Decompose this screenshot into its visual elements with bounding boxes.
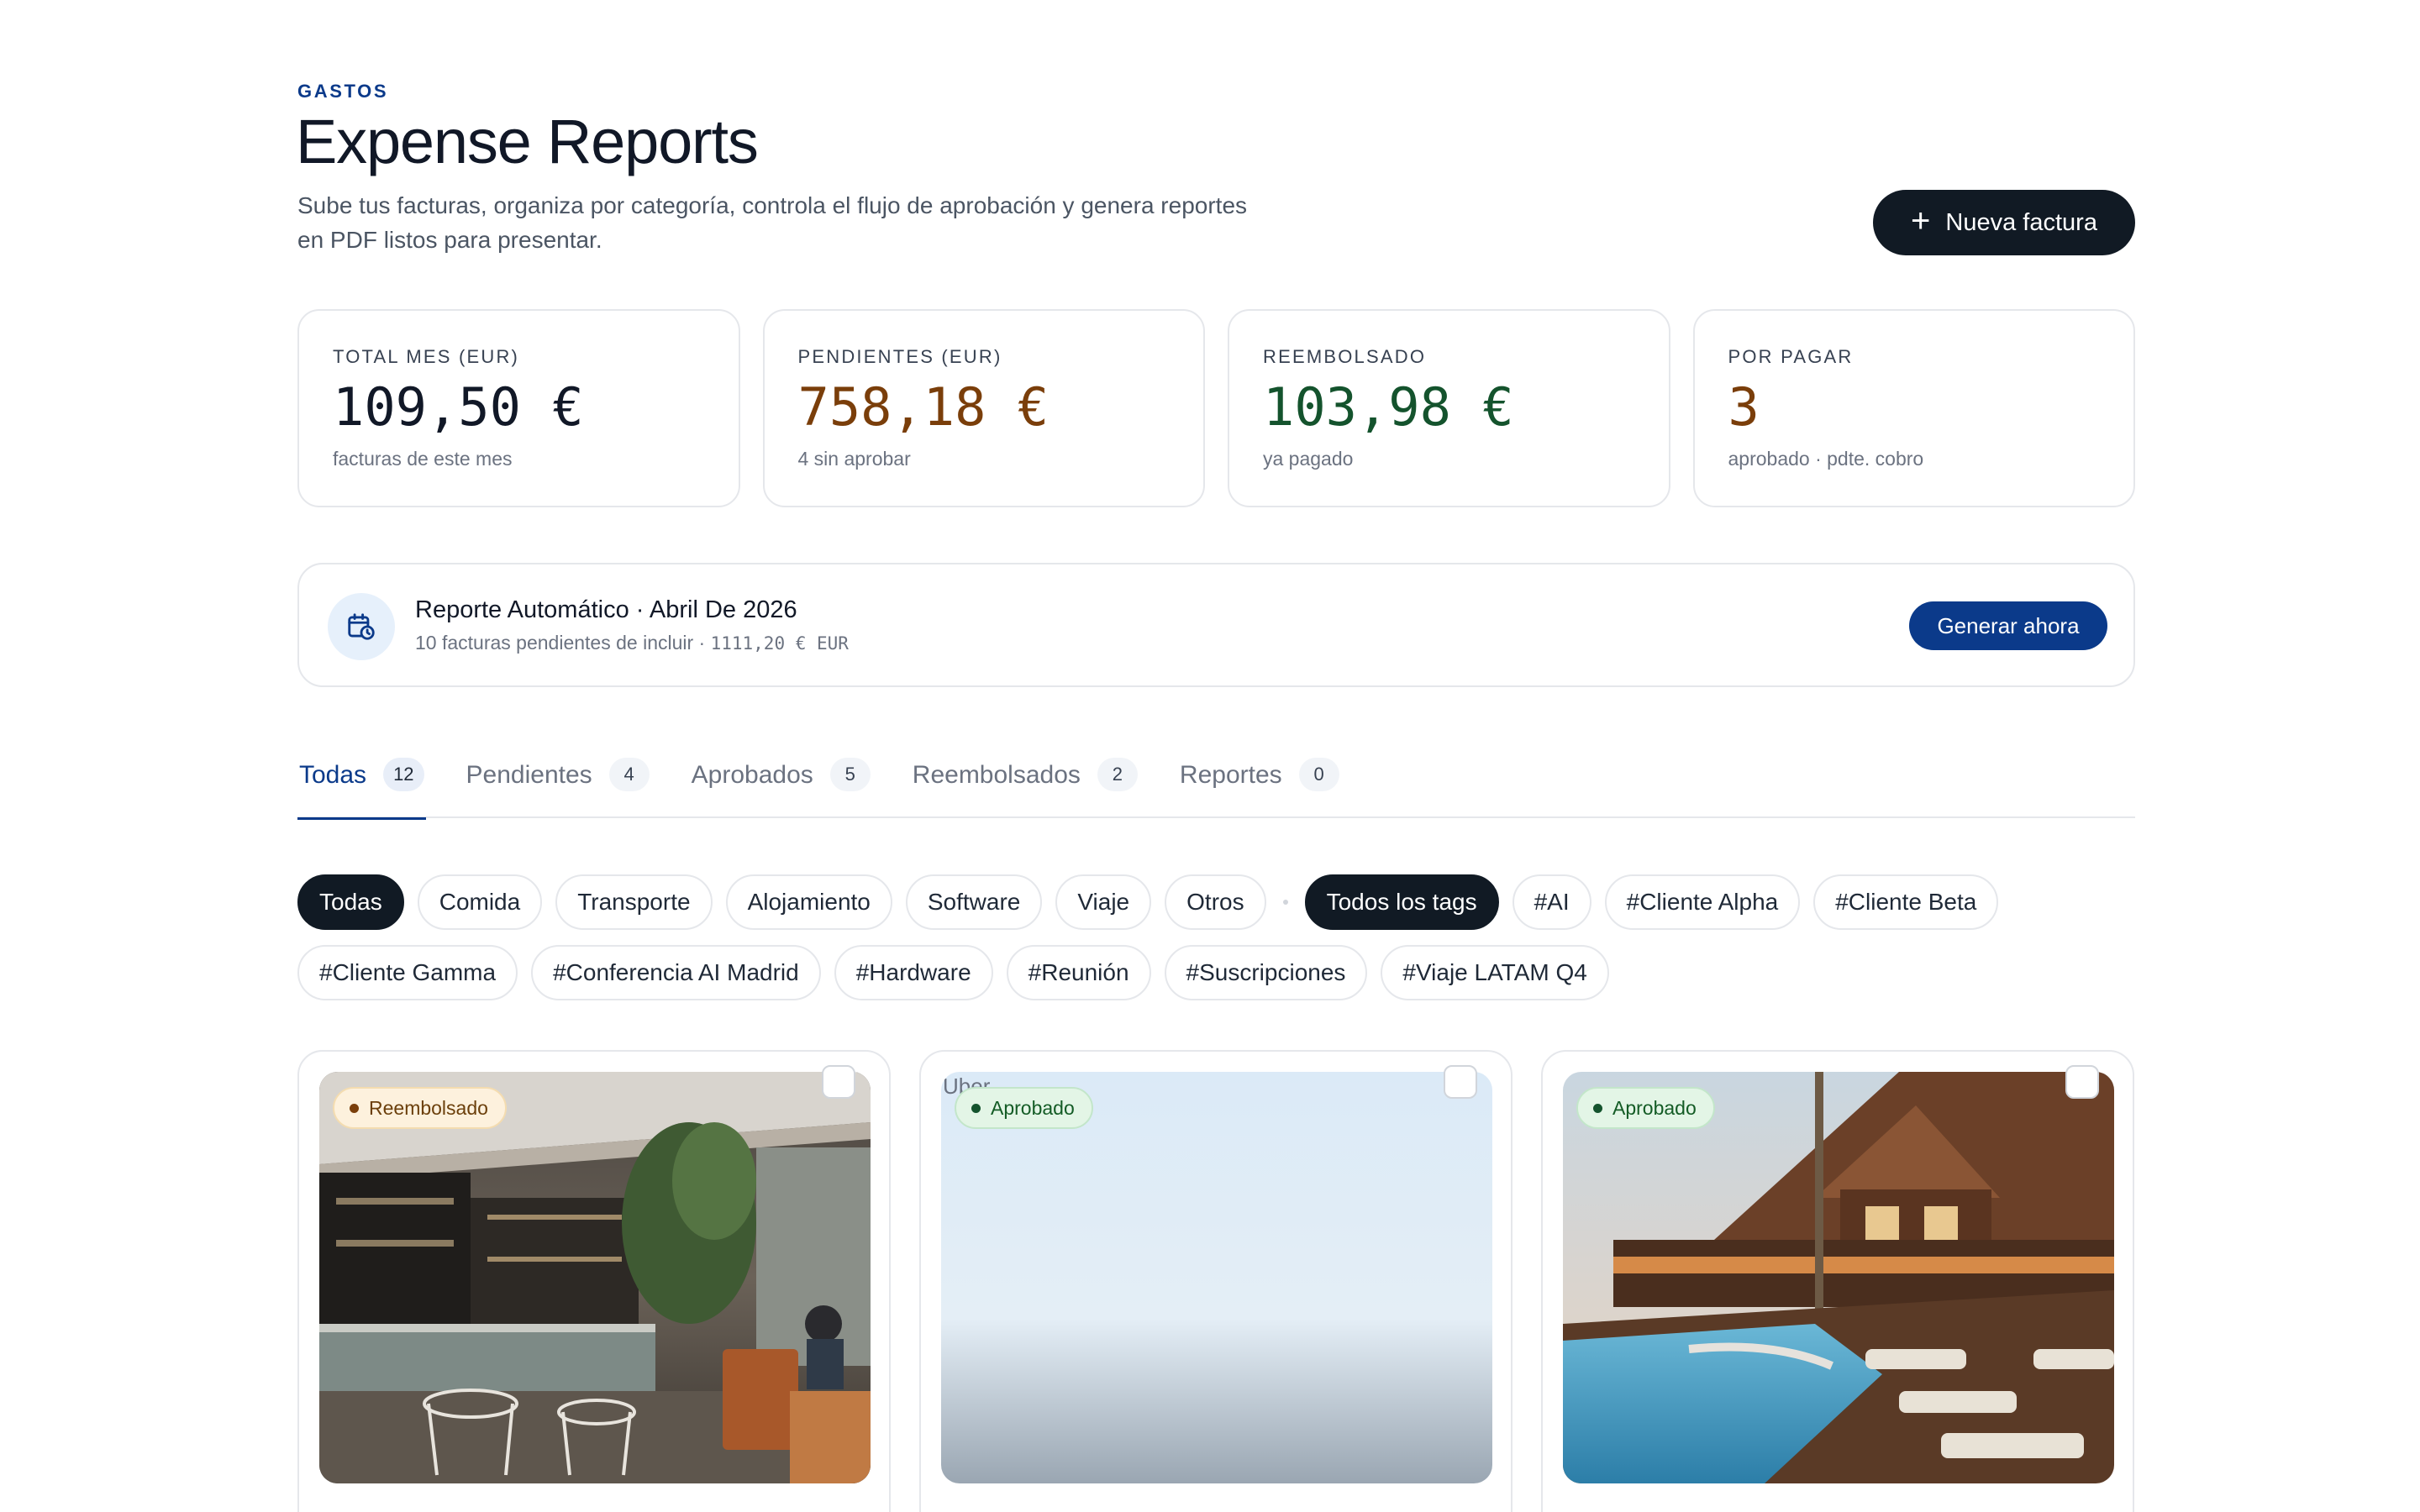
category-chip-todas[interactable]: Todas (297, 874, 404, 930)
category-chip-alojamiento[interactable]: Alojamiento (725, 874, 892, 930)
tab-count: 4 (608, 758, 650, 791)
tab-count: 0 (1298, 758, 1339, 791)
tab-pendientes[interactable]: Pendientes 4 (465, 756, 651, 818)
auto-report-amount: 1111,20 € EUR (710, 633, 849, 654)
expense-amount: 26,50 € (326, 1505, 496, 1512)
stat-note: aprobado · pdte. cobro (1728, 448, 1924, 470)
tag-chip-hardware[interactable]: #Hardware (834, 945, 993, 1000)
tag-chip-suscripciones[interactable]: #Suscripciones (1164, 945, 1368, 1000)
calendar-clock-icon (328, 593, 395, 660)
tab-reembolsados[interactable]: Reembolsados 2 (911, 756, 1139, 818)
expense-amount: 184,50 € (1570, 1505, 1764, 1512)
tag-chip-cliente-alpha[interactable]: #Cliente Alpha (1604, 874, 1801, 930)
stat-label: REEMBOLSADO (1263, 346, 1427, 367)
expense-amount: 38,90 € (948, 1505, 1118, 1512)
status-badge: Reembolsado (333, 1087, 507, 1129)
status-dot (971, 1103, 981, 1113)
status-label: Aprobado (1612, 1096, 1697, 1119)
status-label: Aprobado (991, 1096, 1075, 1119)
auto-report-pending-text: 10 facturas pendientes de incluir · (415, 632, 706, 654)
generate-now-button[interactable]: Generar ahora (1909, 601, 2107, 650)
auto-report-subtitle: 10 facturas pendientes de incluir · 1111… (415, 632, 849, 654)
expense-card[interactable]: Aprobado 184,50 € (1541, 1050, 2134, 1512)
tab-aprobados[interactable]: Aprobados 5 (690, 756, 872, 818)
expense-card[interactable]: Uber Aprobado 38,90 € (919, 1050, 1512, 1512)
select-checkbox[interactable] (1444, 1065, 1477, 1099)
receipt-photo-uber: Uber (941, 1072, 1492, 1483)
select-checkbox[interactable] (2065, 1065, 2099, 1099)
stat-label: TOTAL MES (EUR) (333, 346, 520, 367)
stat-card-total: TOTAL MES (EUR) 109,50 € facturas de est… (297, 309, 740, 507)
filter-chips: Todas Comida Transporte Alojamiento Soft… (297, 874, 2138, 1015)
tab-label: Reembolsados (912, 761, 1081, 789)
tab-count: 5 (829, 758, 871, 791)
category-chip-otros[interactable]: Otros (1165, 874, 1266, 930)
stat-value: 109,50 € (333, 376, 584, 438)
status-dot (350, 1103, 359, 1113)
tag-chip-ai[interactable]: #AI (1512, 874, 1591, 930)
stats-row: TOTAL MES (EUR) 109,50 € facturas de est… (297, 309, 2135, 507)
tag-chip-all[interactable]: Todos los tags (1304, 874, 1499, 930)
status-dot (1593, 1103, 1602, 1113)
tag-chip-reunion[interactable]: #Reunión (1006, 945, 1151, 1000)
stat-note: 4 sin aprobar (797, 448, 911, 470)
expense-card[interactable]: Reembolsado 26,50 € (297, 1050, 891, 1512)
tag-chip-cliente-gamma[interactable]: #Cliente Gamma (297, 945, 518, 1000)
tab-reportes[interactable]: Reportes 0 (1178, 756, 1341, 818)
new-invoice-button[interactable]: + Nueva factura (1873, 190, 2135, 255)
tab-label: Aprobados (691, 761, 813, 789)
tag-chip-cliente-beta[interactable]: #Cliente Beta (1813, 874, 1999, 930)
tab-label: Pendientes (466, 761, 592, 789)
stat-value: 758,18 € (797, 376, 1050, 438)
status-tabs: Todas 12 Pendientes 4 Aprobados 5 Reembo… (297, 756, 2135, 820)
status-badge: Aprobado (955, 1087, 1093, 1129)
tag-chip-viaje-latam-q4[interactable]: #Viaje LATAM Q4 (1381, 945, 1609, 1000)
category-chip-software[interactable]: Software (905, 874, 1043, 930)
page-subtitle: Sube tus facturas, organiza por categorí… (297, 192, 1248, 253)
tab-label: Todas (299, 761, 367, 789)
stat-note: facturas de este mes (333, 448, 513, 470)
stat-label: POR PAGAR (1728, 346, 1854, 367)
stat-note: ya pagado (1263, 448, 1354, 470)
stat-card-pending: PENDIENTES (EUR) 758,18 € 4 sin aprobar (762, 309, 1205, 507)
stat-card-reimbursed: REEMBOLSADO 103,98 € ya pagado (1228, 309, 1670, 507)
select-checkbox[interactable] (822, 1065, 855, 1099)
stat-value: 103,98 € (1263, 376, 1514, 438)
tab-count: 2 (1097, 758, 1138, 791)
tag-chip-conferencia-ai-madrid[interactable]: #Conferencia AI Madrid (531, 945, 821, 1000)
tab-todas[interactable]: Todas 12 (297, 756, 426, 820)
page-title: Expense Reports (296, 107, 759, 176)
receipt-photo-cafe (319, 1072, 871, 1483)
stat-value: 3 (1728, 376, 1760, 438)
category-chip-comida[interactable]: Comida (417, 874, 543, 930)
auto-report-title: Reporte Automático · Abril De 2026 (415, 596, 797, 623)
plus-icon: + (1911, 202, 1931, 239)
stat-label: PENDIENTES (EUR) (797, 346, 1002, 367)
stat-card-to-pay: POR PAGAR 3 aprobado · pdte. cobro (1692, 309, 2135, 507)
category-chip-viaje[interactable]: Viaje (1055, 874, 1152, 930)
tab-label: Reportes (1179, 761, 1282, 789)
receipt-photo-resort (1563, 1072, 2114, 1483)
expense-cards-grid: Reembolsado 26,50 € (297, 1050, 2135, 1512)
auto-report-banner: Reporte Automático · Abril De 2026 10 fa… (297, 563, 2135, 687)
status-label: Reembolsado (369, 1096, 488, 1119)
category-chip-transporte[interactable]: Transporte (555, 874, 713, 930)
filter-row-1: Todas Comida Transporte Alojamiento Soft… (297, 874, 2138, 931)
section-eyebrow: GASTOS (297, 81, 389, 102)
filter-row-2: #Cliente Gamma #Conferencia AI Madrid #H… (297, 944, 2138, 1001)
tab-count: 12 (383, 758, 424, 791)
new-invoice-label: Nueva factura (1945, 208, 2097, 236)
status-badge: Aprobado (1576, 1087, 1715, 1129)
chip-separator (1282, 900, 1288, 905)
expense-reports-page: GASTOS Expense Reports Sube tus facturas… (0, 0, 2420, 1512)
